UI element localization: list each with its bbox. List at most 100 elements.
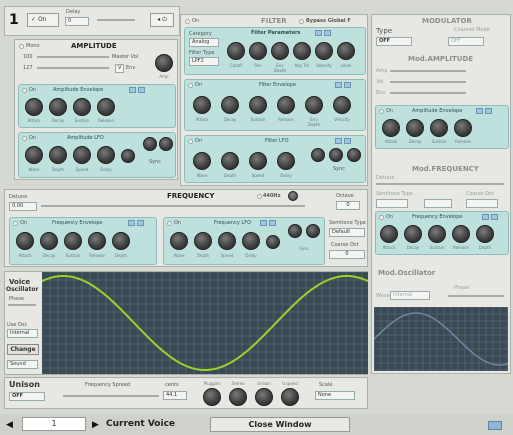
amp-env-knob-release[interactable] <box>97 98 115 116</box>
filter-type-select[interactable]: LPF2 <box>189 57 219 66</box>
filter-env-knob-attack[interactable] <box>193 96 211 114</box>
mod-freq-env-copy-button[interactable] <box>482 214 489 220</box>
mod-osc-phase-slider[interactable] <box>448 295 504 297</box>
master-vol-slider[interactable] <box>37 56 109 58</box>
mod-channel-select[interactable]: OFF <box>448 37 484 46</box>
freq-spread-slider[interactable] <box>63 395 159 397</box>
cents-field[interactable]: 44.1 <box>163 391 187 400</box>
amp-lfo-knob-sync2[interactable] <box>159 137 173 151</box>
amp-env-knob-attack[interactable] <box>25 98 43 116</box>
amp-lfo-on-toggle[interactable] <box>22 136 27 141</box>
amp-lfo-knob-depth[interactable] <box>49 146 67 164</box>
mod-amp-slider-3[interactable] <box>390 92 466 94</box>
filter-env-knob-sustain[interactable] <box>249 96 267 114</box>
mod-amp-env-knob-release[interactable] <box>454 119 472 137</box>
detune-slider[interactable] <box>41 205 305 207</box>
freq-lfo-knob-extra[interactable] <box>266 235 280 249</box>
filter-knob-key-trk[interactable] <box>293 42 311 60</box>
mod-freq-env-knob-decay[interactable] <box>404 225 422 243</box>
filter-lfo-copy-button[interactable] <box>335 138 342 144</box>
amp-env-knob-decay[interactable] <box>49 98 67 116</box>
freq-env-paste-button[interactable] <box>137 220 144 226</box>
filter-lfo-knob-sync2[interactable] <box>329 148 343 162</box>
change-button[interactable]: Change <box>7 344 39 355</box>
coarse-oct-stepper[interactable]: 0 <box>329 250 365 259</box>
filter-lfo-on-toggle[interactable] <box>188 139 193 144</box>
freq-lfo-knob-speed[interactable] <box>218 232 236 250</box>
mod-amp-env-on-toggle[interactable] <box>379 109 384 114</box>
mod-type-select[interactable]: OFF <box>376 37 412 46</box>
freq-lfo-knob-delay[interactable] <box>242 232 260 250</box>
freq-lfo-knob-sync1[interactable] <box>288 224 302 238</box>
mod-amp-slider-1[interactable] <box>390 70 466 72</box>
filter-env-copy-button[interactable] <box>335 82 342 88</box>
voice-number-field[interactable]: 1 <box>22 417 86 431</box>
unison-knob-1[interactable] <box>203 388 221 406</box>
unison-knob-4[interactable] <box>281 388 299 406</box>
detune-field[interactable]: 0.00 <box>9 202 37 211</box>
mod-amp-env-copy-button[interactable] <box>476 108 483 114</box>
filter-knob-level[interactable] <box>337 42 355 60</box>
voice-on-toggle[interactable]: ✓ On <box>27 13 59 27</box>
filter-knob-res[interactable] <box>249 42 267 60</box>
mod-freq-env-knob-sustain[interactable] <box>428 225 446 243</box>
filter-env-paste-button[interactable] <box>344 82 351 88</box>
osc-phase-slider[interactable] <box>8 304 36 306</box>
freq-env-knob-sustain[interactable] <box>64 232 82 250</box>
mod-amp-env-knob-sustain[interactable] <box>430 119 448 137</box>
filter-lfo-knob-depth[interactable] <box>221 152 239 170</box>
amp-lfo-knob-extra[interactable] <box>121 149 135 163</box>
mod-fine-stepper[interactable] <box>424 199 452 208</box>
delay-slider[interactable] <box>97 19 135 21</box>
frequency-dial[interactable] <box>288 191 298 201</box>
mod-freq-env-paste-button[interactable] <box>491 214 498 220</box>
filter-lfo-knob-speed[interactable] <box>249 152 267 170</box>
mod-semitone-select[interactable] <box>376 199 408 208</box>
velocity-slider[interactable] <box>37 67 109 69</box>
filter-env-knob-release[interactable] <box>277 96 295 114</box>
mod-detune-slider[interactable] <box>376 183 504 185</box>
filter-lfo-knob-wave[interactable] <box>193 152 211 170</box>
amp-env-paste-button[interactable] <box>138 87 145 93</box>
mod-freq-env-on-toggle[interactable] <box>379 215 384 220</box>
amp-lfo-knob-speed[interactable] <box>73 146 91 164</box>
filter-lfo-knob-sync1[interactable] <box>311 148 325 162</box>
amp-env-knob-sustain[interactable] <box>73 98 91 116</box>
next-voice-button[interactable]: ▶ <box>92 420 99 430</box>
mod-amp-env-paste-button[interactable] <box>485 108 492 114</box>
filter-lfo-paste-button[interactable] <box>344 138 351 144</box>
filter-env-on-toggle[interactable] <box>188 83 193 88</box>
hz-toggle[interactable] <box>257 194 262 199</box>
mod-amp-env-knob-attack[interactable] <box>382 119 400 137</box>
use-osc-select[interactable]: Internal <box>7 329 38 338</box>
octave-stepper[interactable]: 0 <box>336 201 360 210</box>
close-window-button[interactable]: Close Window <box>210 417 350 432</box>
mono-toggle[interactable] <box>19 44 24 49</box>
sound-select[interactable]: Sound <box>7 360 38 369</box>
filter-env-knob-velocity[interactable] <box>333 96 351 114</box>
mod-freq-env-knob-attack[interactable] <box>380 225 398 243</box>
freq-env-copy-button[interactable] <box>128 220 135 226</box>
scale-select[interactable]: None <box>315 391 355 400</box>
bypass-toggle[interactable] <box>299 19 304 24</box>
mod-freq-env-knob-depth[interactable] <box>476 225 494 243</box>
freq-env-knob-attack[interactable] <box>16 232 34 250</box>
amp-knob[interactable] <box>155 54 173 72</box>
unison-knob-2[interactable] <box>229 388 247 406</box>
mod-freq-env-knob-release[interactable] <box>452 225 470 243</box>
filter-lfo-knob-delay[interactable] <box>277 152 295 170</box>
delay-field[interactable]: 0 <box>65 17 89 26</box>
mod-osc-wave-select[interactable]: Internal <box>390 291 430 300</box>
mod-amp-env-knob-decay[interactable] <box>406 119 424 137</box>
mod-amp-slider-2[interactable] <box>390 81 466 83</box>
freq-env-knob-decay[interactable] <box>40 232 58 250</box>
freq-lfo-knob-depth[interactable] <box>194 232 212 250</box>
freq-env-knob-release[interactable] <box>88 232 106 250</box>
freq-env-knob-depth[interactable] <box>112 232 130 250</box>
freq-env-on-toggle[interactable] <box>13 221 18 226</box>
filter-env-knob-env-depth[interactable] <box>305 96 323 114</box>
filter-env-knob-decay[interactable] <box>221 96 239 114</box>
power-toggle[interactable]: ◂ ⏻ <box>150 13 174 27</box>
filter-category-select[interactable]: Analog <box>189 38 219 47</box>
amp-lfo-knob-wave[interactable] <box>25 146 43 164</box>
